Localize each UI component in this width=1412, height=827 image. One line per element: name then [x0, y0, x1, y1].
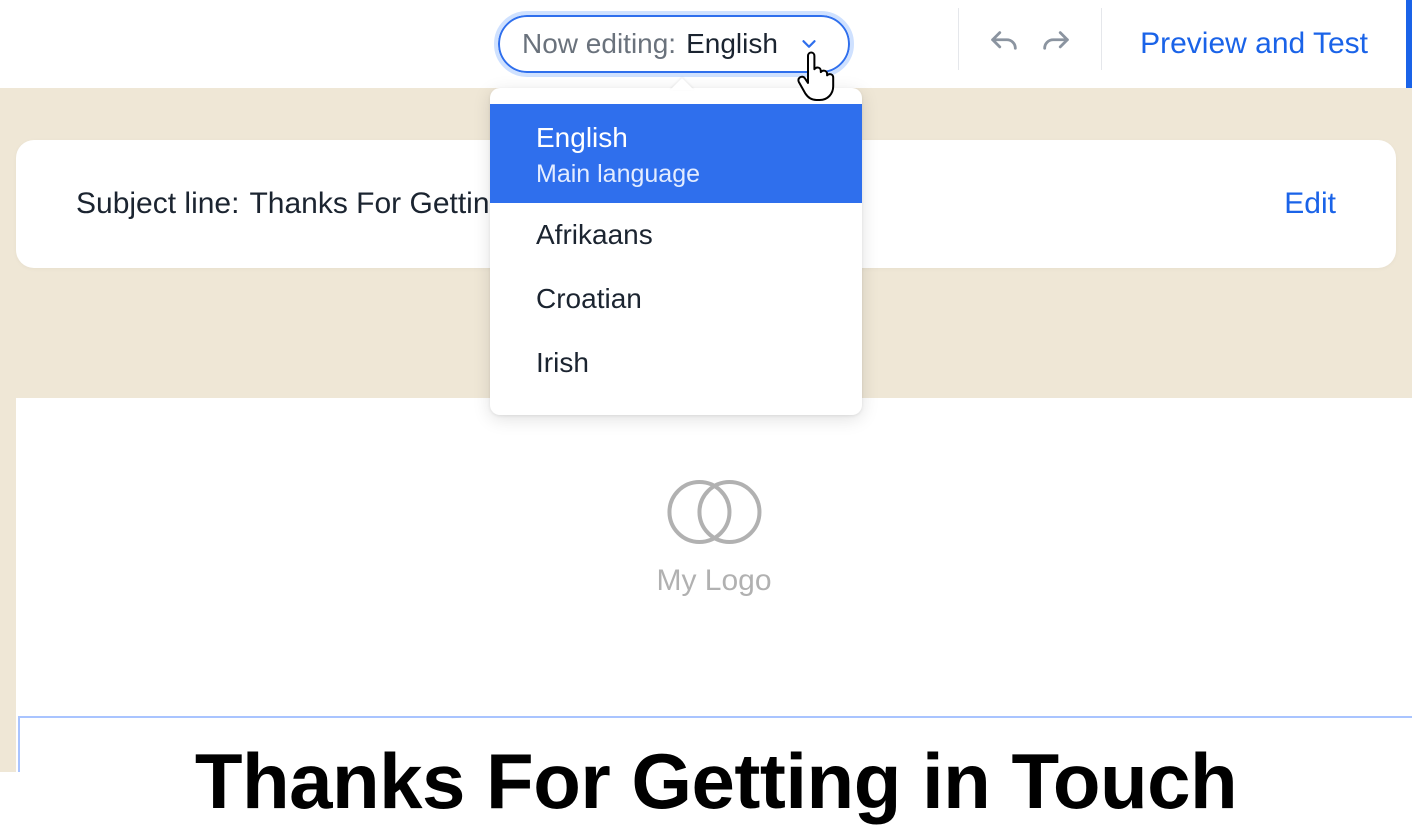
preview-and-test-button[interactable]: Preview and Test [1102, 0, 1412, 88]
subject-line-label: Subject line: [76, 187, 239, 221]
logo-placeholder-icon [659, 462, 769, 554]
chevron-down-icon [798, 33, 820, 55]
language-option-irish[interactable]: Irish [490, 331, 862, 395]
preview-and-test-label: Preview and Test [1140, 27, 1368, 61]
redo-button[interactable] [1039, 27, 1073, 61]
language-dropdown: English Main language Afrikaans Croatian… [490, 88, 862, 415]
language-option-label: Croatian [536, 283, 642, 314]
language-switcher-value: English [686, 28, 778, 60]
language-option-label: English [536, 122, 628, 153]
edit-subject-button[interactable]: Edit [1284, 187, 1336, 221]
language-option-label: Irish [536, 347, 589, 378]
language-option-croatian[interactable]: Croatian [490, 267, 862, 331]
language-switcher[interactable]: Now editing: English [498, 15, 850, 73]
email-headline: Thanks For Getting in Touch [20, 736, 1412, 827]
logo-placeholder[interactable]: My Logo [656, 462, 771, 598]
editor-toolbar: Now editing: English Preview and Test [0, 0, 1412, 88]
logo-placeholder-text: My Logo [656, 564, 771, 598]
language-option-afrikaans[interactable]: Afrikaans [490, 203, 862, 267]
language-option-label: Afrikaans [536, 219, 653, 250]
language-option-sublabel: Main language [536, 160, 816, 189]
undo-button[interactable] [987, 27, 1021, 61]
headline-block[interactable]: Thanks For Getting in Touch [18, 716, 1412, 772]
language-switcher-label: Now editing: [522, 28, 676, 60]
language-option-english[interactable]: English Main language [490, 104, 862, 203]
